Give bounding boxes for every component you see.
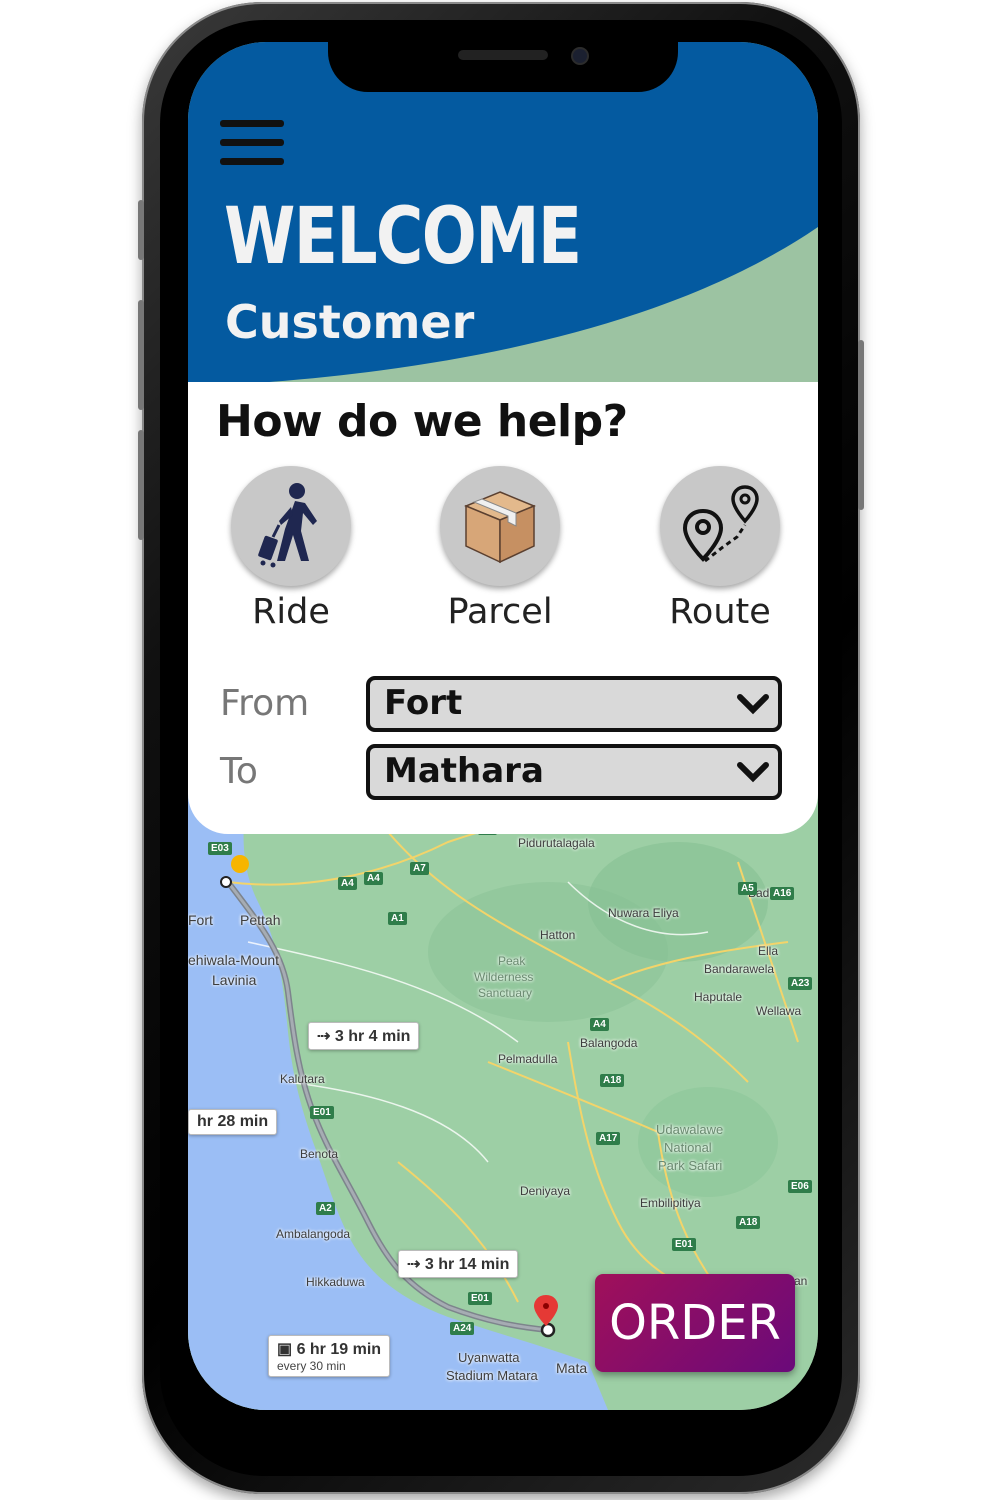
from-select[interactable]: Fort (366, 676, 782, 732)
map-place-label: Peak (498, 954, 526, 968)
map-place-label: ehiwala-Mount (188, 952, 280, 968)
map-place-label: Embilipitiya (640, 1196, 701, 1210)
road-shield-label: E01 (310, 1106, 334, 1119)
service-parcel-label: Parcel (447, 592, 553, 632)
phone-power-button (858, 340, 864, 510)
map-place-label: Pettah (240, 912, 281, 928)
map-place-label: Ella (758, 944, 779, 958)
map-place-label: Deniyaya (520, 1184, 571, 1198)
walking-person-luggage-icon (231, 466, 351, 586)
map-place-label: Park Safari (658, 1158, 723, 1173)
parcel-box-icon (440, 466, 560, 586)
route-time-text: 6 hr 19 min (296, 1341, 382, 1358)
map-place-label: Sanctuary (478, 986, 533, 1000)
road-shield-label: A4 (590, 1018, 609, 1031)
service-parcel-button[interactable]: Parcel (420, 466, 580, 632)
service-ride-label: Ride (252, 592, 330, 632)
map-place-label: Mata (556, 1360, 588, 1376)
order-button[interactable]: ORDER (595, 1274, 795, 1372)
road-shield-label: E03 (208, 842, 232, 855)
road-shield-label: A24 (450, 1322, 475, 1335)
map-place-label: Fort (188, 912, 213, 928)
road-shield-label: A7 (410, 862, 429, 875)
to-label: To (220, 751, 258, 792)
map-place-label: Stadium Matara (446, 1368, 538, 1383)
map-place-label: Pidurutalagala (518, 836, 595, 850)
from-label: From (220, 683, 310, 724)
service-route-label: Route (669, 592, 771, 632)
map-place-label: Udawalawe (656, 1122, 724, 1137)
map-place-label: Haputale (694, 990, 743, 1004)
road-shield-label: A18 (736, 1216, 761, 1229)
map-place-label: Balangoda (580, 1036, 638, 1050)
route-time-text: 3 hr 4 min (334, 1028, 411, 1045)
road-shield-label: A4 (364, 872, 383, 885)
map-place-label: Bandarawela (704, 962, 775, 976)
phone-notch (328, 40, 678, 92)
route-time-bubble[interactable]: ⇢ 3 hr 14 min (398, 1250, 519, 1278)
route-time-bubble[interactable]: hr 28 min (188, 1109, 278, 1135)
road-shield-label: A2 (316, 1202, 335, 1215)
phone-volume-down (138, 430, 144, 540)
road-shield-label: A17 (596, 1132, 621, 1145)
from-select-value: Fort (384, 683, 463, 723)
phone-speaker (458, 50, 548, 60)
map-place-label: Benota (300, 1147, 339, 1161)
welcome-title: WELCOME (224, 192, 582, 282)
chevron-down-icon (737, 762, 769, 783)
road-shield-label: E01 (672, 1238, 696, 1251)
map-place-label: Pelmadulla (498, 1052, 558, 1066)
map-place-label: Ambalangoda (276, 1227, 351, 1241)
app-screen: ⇢ 3 hr 4 min hr 28 min ⇢ 3 hr 14 min ▣ 6… (188, 42, 818, 1410)
road-shield-label: A5 (738, 882, 757, 895)
service-route-button[interactable]: Route (640, 466, 800, 632)
phone-side-button (138, 200, 144, 260)
map-place-label: Nuwara Eliya (608, 906, 679, 920)
road-shield-label: A23 (788, 977, 813, 990)
route-pins-icon (660, 466, 780, 586)
front-camera-icon (573, 49, 587, 63)
road-shield-label: E06 (788, 1180, 812, 1193)
chevron-down-icon (737, 694, 769, 715)
to-select[interactable]: Mathara (366, 744, 782, 800)
road-shield-label: A1 (388, 912, 407, 925)
road-shield-label: E01 (468, 1292, 492, 1305)
map-place-label: National (664, 1140, 712, 1155)
map-place-label: Kalutara (280, 1072, 325, 1086)
map-place-label: Wilderness (474, 970, 534, 984)
route-time-text: hr 28 min (197, 1113, 269, 1130)
customer-subtitle: Customer (225, 295, 475, 349)
map-place-label: Hikkaduwa (306, 1275, 365, 1289)
road-shield-label: A18 (600, 1074, 625, 1087)
map-place-label: Hatton (540, 928, 576, 942)
road-shield-label: A16 (770, 887, 795, 900)
map-place-label: Wellawa (756, 1004, 802, 1018)
help-heading: How do we help? (216, 396, 628, 447)
map-place-label: Lavinia (212, 972, 257, 988)
route-frequency-text: every 30 min (277, 1359, 346, 1373)
hamburger-icon[interactable] (220, 120, 284, 168)
map-place-label: Uyanwatta (458, 1350, 520, 1365)
to-select-value: Mathara (384, 751, 544, 791)
phone-volume-up (138, 300, 144, 410)
road-shield-label: A4 (338, 877, 357, 890)
route-time-bubble[interactable]: ⇢ 3 hr 4 min (308, 1022, 420, 1050)
route-time-bubble[interactable]: ▣ 6 hr 19 min every 30 min (268, 1335, 391, 1377)
route-time-text: 3 hr 14 min (424, 1256, 510, 1273)
service-ride-button[interactable]: Ride (211, 466, 371, 632)
